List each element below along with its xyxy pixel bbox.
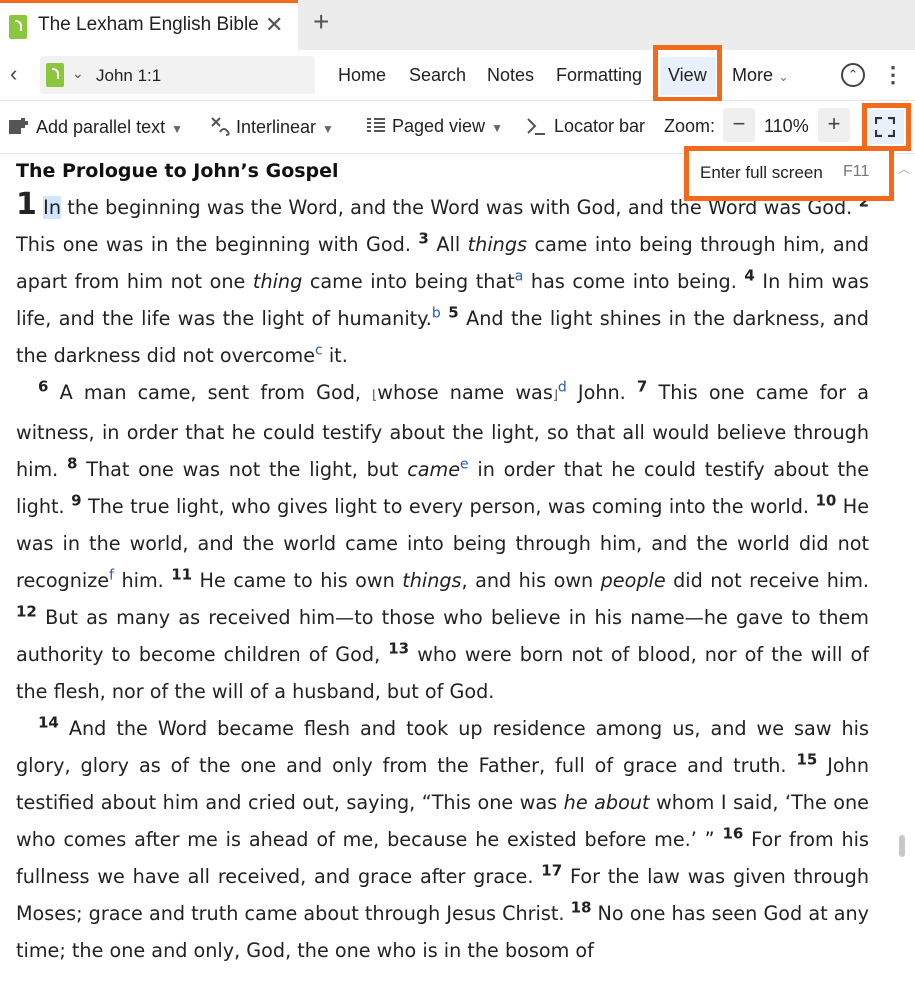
italic-text: things <box>467 233 528 256</box>
paged-view-button[interactable]: Paged view ▼ <box>366 116 503 137</box>
reference-box[interactable]: ⌄ John 1:1 <box>40 56 315 94</box>
chevron-down-icon: ▼ <box>491 121 503 135</box>
footnote-marker[interactable]: e <box>460 457 469 473</box>
verse-text: came into being that <box>302 270 515 293</box>
verse-number: 9 <box>71 491 82 510</box>
new-tab-button[interactable]: + <box>313 6 329 38</box>
verse-number: 18 <box>570 898 592 917</box>
verse-number: 5 <box>448 303 459 322</box>
resource-navbar: ‹ ⌄ John 1:1 Home Search Notes Formattin… <box>0 50 915 101</box>
verse-number: 16 <box>722 824 744 843</box>
menu-formatting[interactable]: Formatting <box>556 65 642 86</box>
italic-text: came <box>407 458 461 481</box>
menu-more-label: More <box>732 65 774 85</box>
menu-more[interactable]: More ⌄ <box>732 65 789 86</box>
verse-text: He came to his own <box>192 569 403 592</box>
verse-text: And the Word became flesh and took up re… <box>16 717 869 777</box>
zoom-out-button[interactable]: − <box>723 108 755 142</box>
more-options-icon[interactable]: ⋮ <box>882 62 904 88</box>
paged-view-icon <box>367 118 385 132</box>
verse-number: 10 <box>815 491 837 510</box>
menu-notes[interactable]: Notes <box>487 65 534 86</box>
selected-word[interactable]: In <box>43 196 61 219</box>
reference-input[interactable]: John 1:1 <box>96 66 161 86</box>
bible-text: The Prologue to John’s Gospel 1 In the b… <box>16 160 869 969</box>
verse-text: him. <box>114 569 172 592</box>
verse-text: whose name was <box>377 381 553 404</box>
italic-text: he about <box>563 791 650 814</box>
paragraph-2: 6 A man came, sent from God, ⌊whose name… <box>16 374 869 710</box>
verse-number: 7 <box>636 377 648 396</box>
verse-number: 17 <box>541 861 563 880</box>
resource-icon[interactable] <box>46 63 64 87</box>
tooltip-shortcut: F11 <box>843 163 870 180</box>
menu-view[interactable]: View <box>668 65 707 86</box>
italic-text: people <box>600 569 666 592</box>
paragraph-3: 14 And the Word became flesh and took up… <box>16 710 869 969</box>
interlinear-label: Interlinear <box>236 117 317 137</box>
chevron-down-icon: ▼ <box>171 122 183 136</box>
collapse-toolbar-icon[interactable]: ⌃ <box>841 63 865 87</box>
menu-search[interactable]: Search <box>409 65 466 86</box>
verse-number: 14 <box>38 713 59 732</box>
verse-number: 4 <box>744 266 755 285</box>
verse-text: A man came, sent from God, <box>48 381 373 404</box>
paged-view-label: Paged view <box>392 116 486 136</box>
footnote-marker[interactable]: d <box>558 380 567 396</box>
locator-icon <box>527 118 545 135</box>
verse-number: 6 <box>38 377 49 396</box>
verse-text: This one was in the beginning with God. <box>16 233 419 256</box>
verse-text: The true light, who gives light to every… <box>81 495 816 518</box>
zoom-in-button[interactable]: + <box>818 108 850 142</box>
footnote-marker[interactable]: b <box>432 306 441 322</box>
chapter-number: 1 <box>16 187 37 222</box>
verse-number: 15 <box>796 750 818 769</box>
verse-number: 13 <box>388 639 410 658</box>
verse-text: All <box>428 233 468 256</box>
add-parallel-label: Add parallel text <box>36 117 166 137</box>
paragraph-1: 1 In the beginning was the Word, and the… <box>16 186 869 374</box>
close-tab-icon[interactable]: ✕ <box>265 12 283 38</box>
footnote-marker[interactable]: c <box>315 343 323 359</box>
verse-number: 8 <box>67 454 78 473</box>
verse-text: it. <box>322 344 348 367</box>
verse-text: , and his own <box>461 569 601 592</box>
tooltip-label: Enter full screen <box>700 163 823 182</box>
menu-home[interactable]: Home <box>338 65 386 86</box>
italic-text: things <box>402 569 462 592</box>
verse-text: did not receive him. <box>665 569 869 592</box>
italic-text: thing <box>252 270 303 293</box>
back-arrow-icon[interactable]: ‹ <box>10 61 17 87</box>
zoom-label: Zoom: <box>664 116 716 136</box>
tab-title: The Lexham English Bible <box>38 14 259 35</box>
scroll-up-icon[interactable]: ︿ <box>898 160 910 177</box>
verse-text: has come into being. <box>523 270 745 293</box>
tab-bar: The Lexham English Bible ✕ + <box>0 0 915 50</box>
chevron-down-icon[interactable]: ⌄ <box>72 65 84 82</box>
add-parallel-text-button[interactable]: Add parallel text ▼ <box>8 116 183 138</box>
interlinear-button[interactable]: Interlinear ▼ <box>210 116 334 138</box>
verse-text: That one was not the light, but <box>77 458 408 481</box>
fullscreen-tooltip: Enter full screen F11 <box>684 146 894 201</box>
bible-book-icon <box>9 15 27 39</box>
tab-lexham-english-bible[interactable]: The Lexham English Bible ✕ <box>0 0 298 50</box>
interlinear-icon <box>211 117 230 136</box>
verse-number: 11 <box>171 565 193 584</box>
fullscreen-highlight-box <box>862 103 911 151</box>
locator-bar-label: Locator bar <box>554 116 646 136</box>
verse-text: John. <box>566 381 637 404</box>
chevron-down-icon: ⌄ <box>778 69 789 84</box>
zoom-value: 110% <box>764 116 809 136</box>
chevron-down-icon: ▼ <box>322 122 334 136</box>
locator-bar-button[interactable]: Locator bar <box>526 116 645 137</box>
verse-number: 3 <box>418 229 429 248</box>
scrollbar-thumb[interactable] <box>899 835 905 857</box>
add-parallel-icon <box>9 118 28 134</box>
verse-number: 12 <box>16 602 37 621</box>
